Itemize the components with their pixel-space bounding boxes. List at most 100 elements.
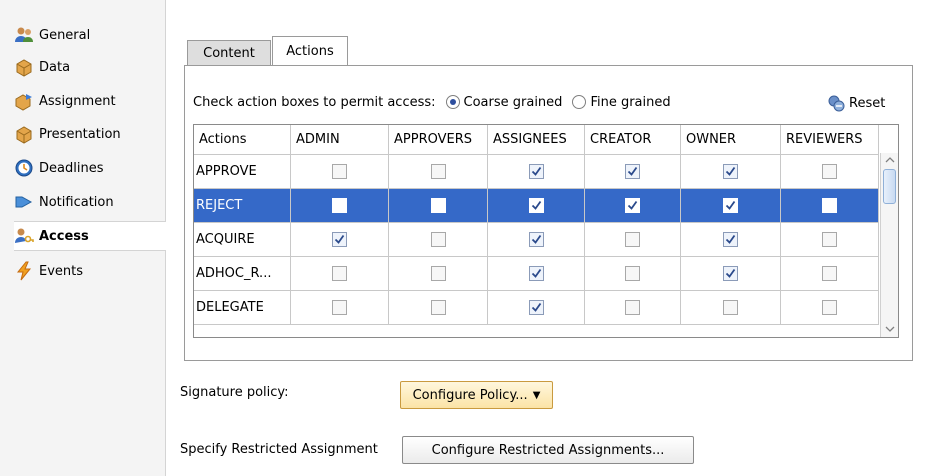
action-name-cell: ACQUIRE	[194, 223, 291, 257]
data-icon	[16, 59, 32, 77]
permission-cell	[488, 257, 585, 291]
permission-checkbox-assignees[interactable]	[528, 300, 544, 315]
sidebar-item-label: Access	[39, 228, 89, 244]
permission-checkbox-assignees[interactable]	[528, 232, 544, 247]
fine-grained-radio[interactable]	[572, 95, 587, 109]
table-vertical-scrollbar[interactable]	[880, 153, 898, 337]
permission-checkbox-reviewers[interactable]	[822, 164, 837, 179]
permission-checkbox-assignees[interactable]	[528, 198, 544, 213]
notification-icon	[15, 196, 33, 208]
permission-checkbox-creator[interactable]	[625, 198, 640, 213]
configure-restricted-assignments-button[interactable]: Configure Restricted Assignments...	[402, 436, 694, 464]
permission-checkbox-reviewers[interactable]	[822, 232, 837, 247]
reset-button[interactable]: Reset	[826, 92, 885, 114]
presentation-icon	[16, 126, 32, 144]
column-header-approvers[interactable]: APPROVERS	[389, 125, 488, 155]
sidebar-item-deadlines[interactable]: Deadlines	[14, 153, 164, 183]
permission-checkbox-admin[interactable]	[332, 164, 347, 179]
sidebar-item-presentation[interactable]: Presentation	[14, 119, 164, 149]
sidebar-item-notification[interactable]: Notification	[14, 187, 164, 217]
permission-checkbox-owner[interactable]	[723, 164, 738, 179]
coarse-grained-label: Coarse grained	[463, 94, 563, 110]
permission-checkbox-creator[interactable]	[625, 300, 640, 315]
permission-checkbox-approvers[interactable]	[430, 232, 446, 247]
sidebar-item-data[interactable]: Data	[14, 52, 164, 82]
sidebar-item-events[interactable]: Events	[14, 256, 164, 286]
scroll-up-icon[interactable]	[885, 155, 895, 165]
permissions-table: Actions ADMIN APPROVERS ASSIGNEES CREATOR OWN…	[193, 124, 899, 338]
permission-cell	[488, 189, 585, 223]
sidebar-item-general[interactable]: General	[14, 20, 164, 50]
permission-cell	[681, 189, 781, 223]
permission-checkbox-admin[interactable]	[332, 300, 347, 315]
permission-checkbox-approvers[interactable]	[430, 164, 446, 179]
permission-cell	[389, 189, 488, 223]
permission-cell	[488, 223, 585, 257]
permission-checkbox-reviewers[interactable]	[822, 198, 837, 213]
permission-checkbox-reviewers[interactable]	[822, 266, 837, 281]
permission-checkbox-approvers[interactable]	[430, 266, 446, 281]
users-icon	[15, 27, 33, 42]
action-name-cell: DELEGATE	[194, 291, 291, 325]
sidebar-item-label: Presentation	[39, 126, 121, 142]
permission-checkbox-owner[interactable]	[723, 300, 738, 315]
sidebar-item-assignment[interactable]: Assignment	[14, 86, 164, 116]
permission-cell	[781, 223, 879, 257]
permission-cell	[681, 291, 781, 325]
permission-checkbox-owner[interactable]	[723, 232, 738, 247]
permission-checkbox-owner[interactable]	[723, 198, 738, 213]
sidebar-item-access[interactable]: Access	[14, 221, 166, 251]
radio-selected-dot	[449, 99, 456, 105]
configure-policy-label: Configure Policy...	[412, 387, 528, 403]
restricted-assignment-label: Specify Restricted Assignment	[180, 442, 378, 457]
action-name-cell: ADHOC_R...	[194, 257, 291, 291]
sidebar-nav: General Data Assignment Presentation Dea…	[0, 0, 166, 476]
action-name-cell: APPROVE	[194, 155, 291, 189]
permission-checkbox-assignees[interactable]	[528, 164, 544, 179]
permission-cell	[585, 155, 681, 189]
permission-cell	[291, 291, 389, 325]
permission-cell	[681, 223, 781, 257]
fine-grained-label: Fine grained	[590, 94, 671, 110]
scrollbar-thumb[interactable]	[883, 169, 896, 204]
tab-actions[interactable]: Actions	[272, 36, 348, 66]
signature-policy-label: Signature policy:	[180, 385, 289, 400]
permission-checkbox-admin[interactable]	[332, 232, 347, 247]
permission-cell	[585, 291, 681, 325]
permission-cell	[488, 291, 585, 325]
column-header-reviewers[interactable]: REVIEWERS	[781, 125, 879, 155]
tab-label: Content	[203, 46, 255, 61]
coarse-grained-radio[interactable]	[445, 95, 460, 109]
permission-cell	[585, 223, 681, 257]
permission-checkbox-admin[interactable]	[332, 198, 347, 213]
permission-checkbox-creator[interactable]	[625, 232, 640, 247]
tab-content[interactable]: Content	[187, 40, 271, 66]
column-header-assignees[interactable]: ASSIGNEES	[488, 125, 585, 155]
sidebar-item-label: Assignment	[39, 93, 116, 109]
permission-checkbox-approvers[interactable]	[430, 300, 446, 315]
column-header-creator[interactable]: CREATOR	[585, 125, 681, 155]
permission-checkbox-reviewers[interactable]	[822, 300, 837, 315]
action-name-cell: REJECT	[194, 189, 291, 223]
permission-cell	[781, 291, 879, 325]
assignment-icon	[15, 94, 32, 111]
permission-cell	[585, 257, 681, 291]
permission-cell	[781, 155, 879, 189]
configure-policy-dropdown[interactable]: Configure Policy... ▼	[400, 381, 553, 409]
permission-cell	[389, 257, 488, 291]
sidebar-item-label: Notification	[39, 194, 114, 210]
reset-icon	[828, 95, 845, 112]
column-header-actions[interactable]: Actions	[194, 125, 291, 155]
column-header-admin[interactable]: ADMIN	[291, 125, 389, 155]
permission-checkbox-admin[interactable]	[332, 266, 347, 281]
permission-checkbox-creator[interactable]	[625, 164, 640, 179]
scroll-down-icon[interactable]	[885, 324, 895, 334]
permission-checkbox-approvers[interactable]	[430, 198, 446, 213]
permission-checkbox-assignees[interactable]	[528, 266, 544, 281]
sidebar-item-label: General	[39, 27, 91, 43]
configure-restricted-assignments-label: Configure Restricted Assignments...	[431, 442, 665, 458]
permission-checkbox-creator[interactable]	[625, 266, 640, 281]
permission-checkbox-owner[interactable]	[723, 266, 738, 281]
permission-cell	[681, 155, 781, 189]
column-header-owner[interactable]: OWNER	[681, 125, 781, 155]
